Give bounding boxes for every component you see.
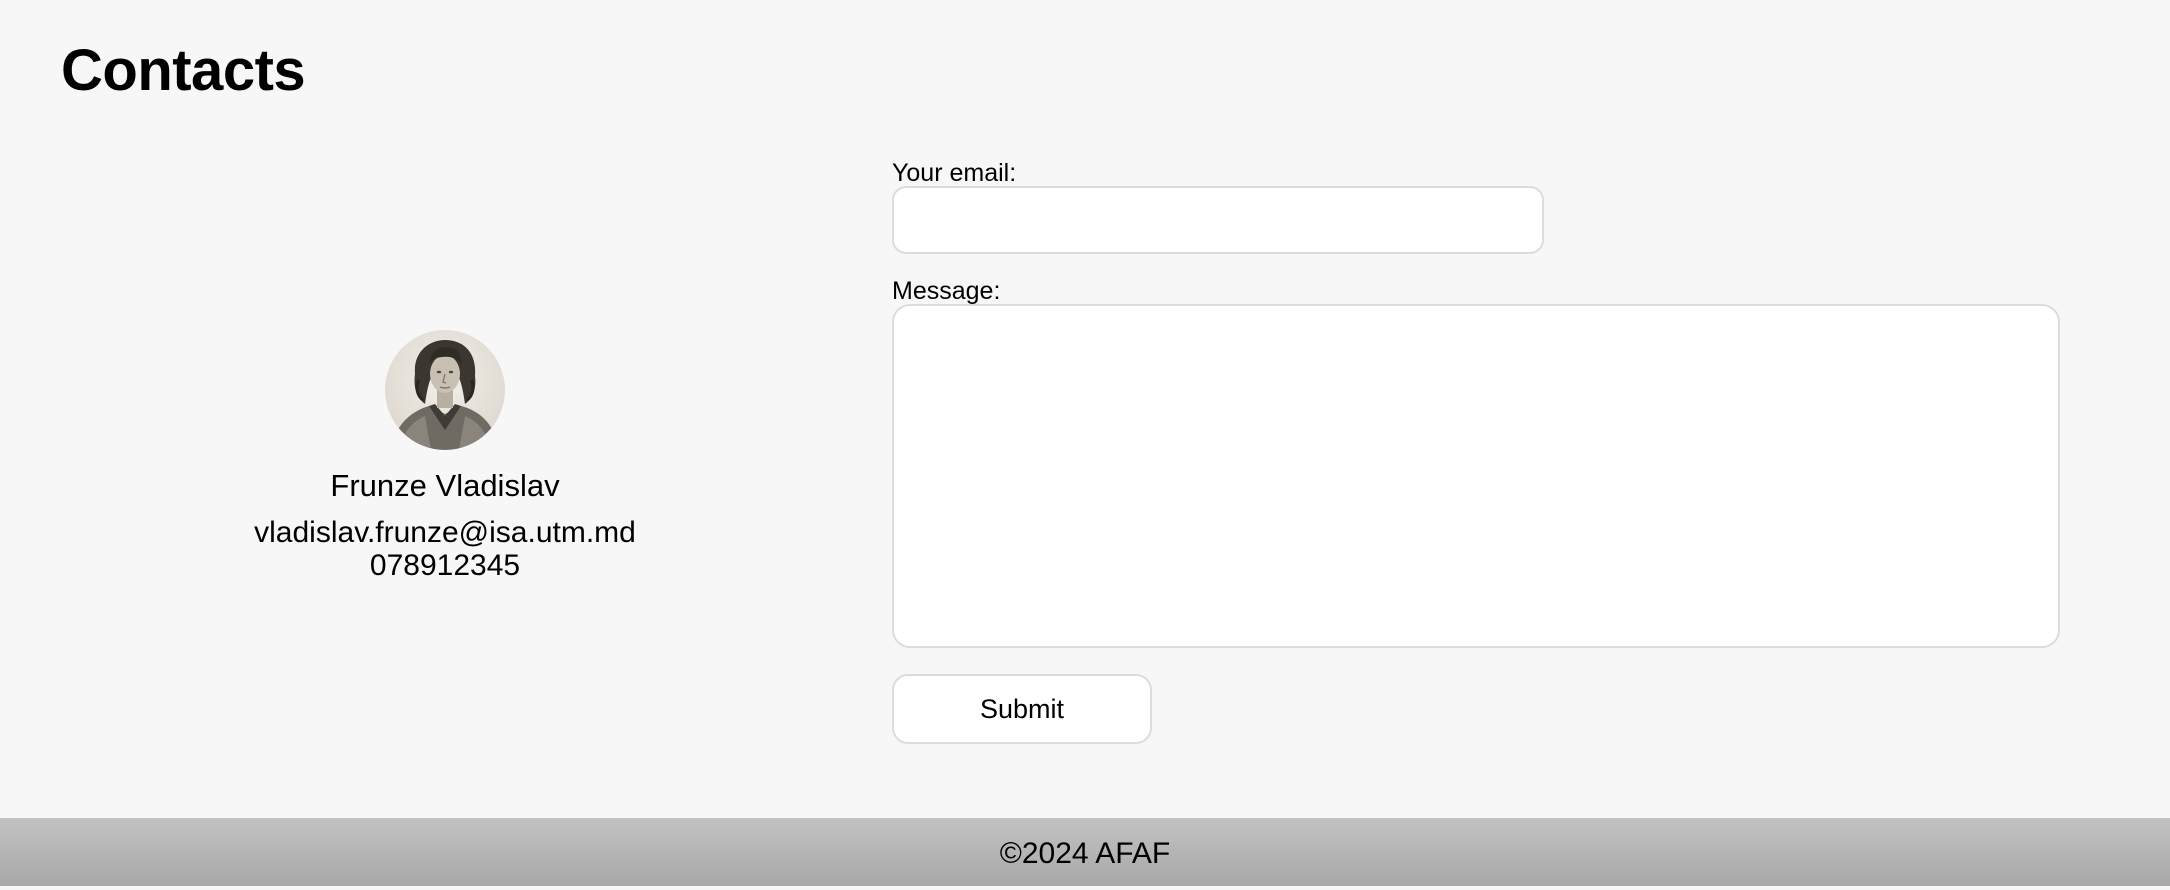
footer: ©2024 AFAF — [0, 818, 2170, 886]
footer-copyright: ©2024 AFAF — [999, 837, 1171, 870]
contact-phone: 078912345 — [369, 549, 521, 583]
contact-form: Your email: Message: Submit — [892, 158, 2060, 744]
contact-email: vladislav.frunze@isa.utm.md — [254, 516, 636, 550]
page-title: Contacts — [61, 38, 306, 103]
submit-button[interactable]: Submit — [892, 674, 1152, 744]
contact-card: Frunze Vladislav vladislav.frunze@isa.ut… — [200, 330, 690, 582]
message-label: Message: — [892, 277, 1001, 305]
email-label: Your email: — [892, 159, 1017, 187]
message-textarea[interactable] — [892, 304, 2060, 648]
contact-name: Frunze Vladislav — [330, 468, 560, 503]
contacts-page: Contacts Frunze Vladislav vladislav.frun… — [0, 0, 2170, 886]
email-input[interactable] — [892, 186, 1544, 254]
avatar — [385, 330, 505, 450]
